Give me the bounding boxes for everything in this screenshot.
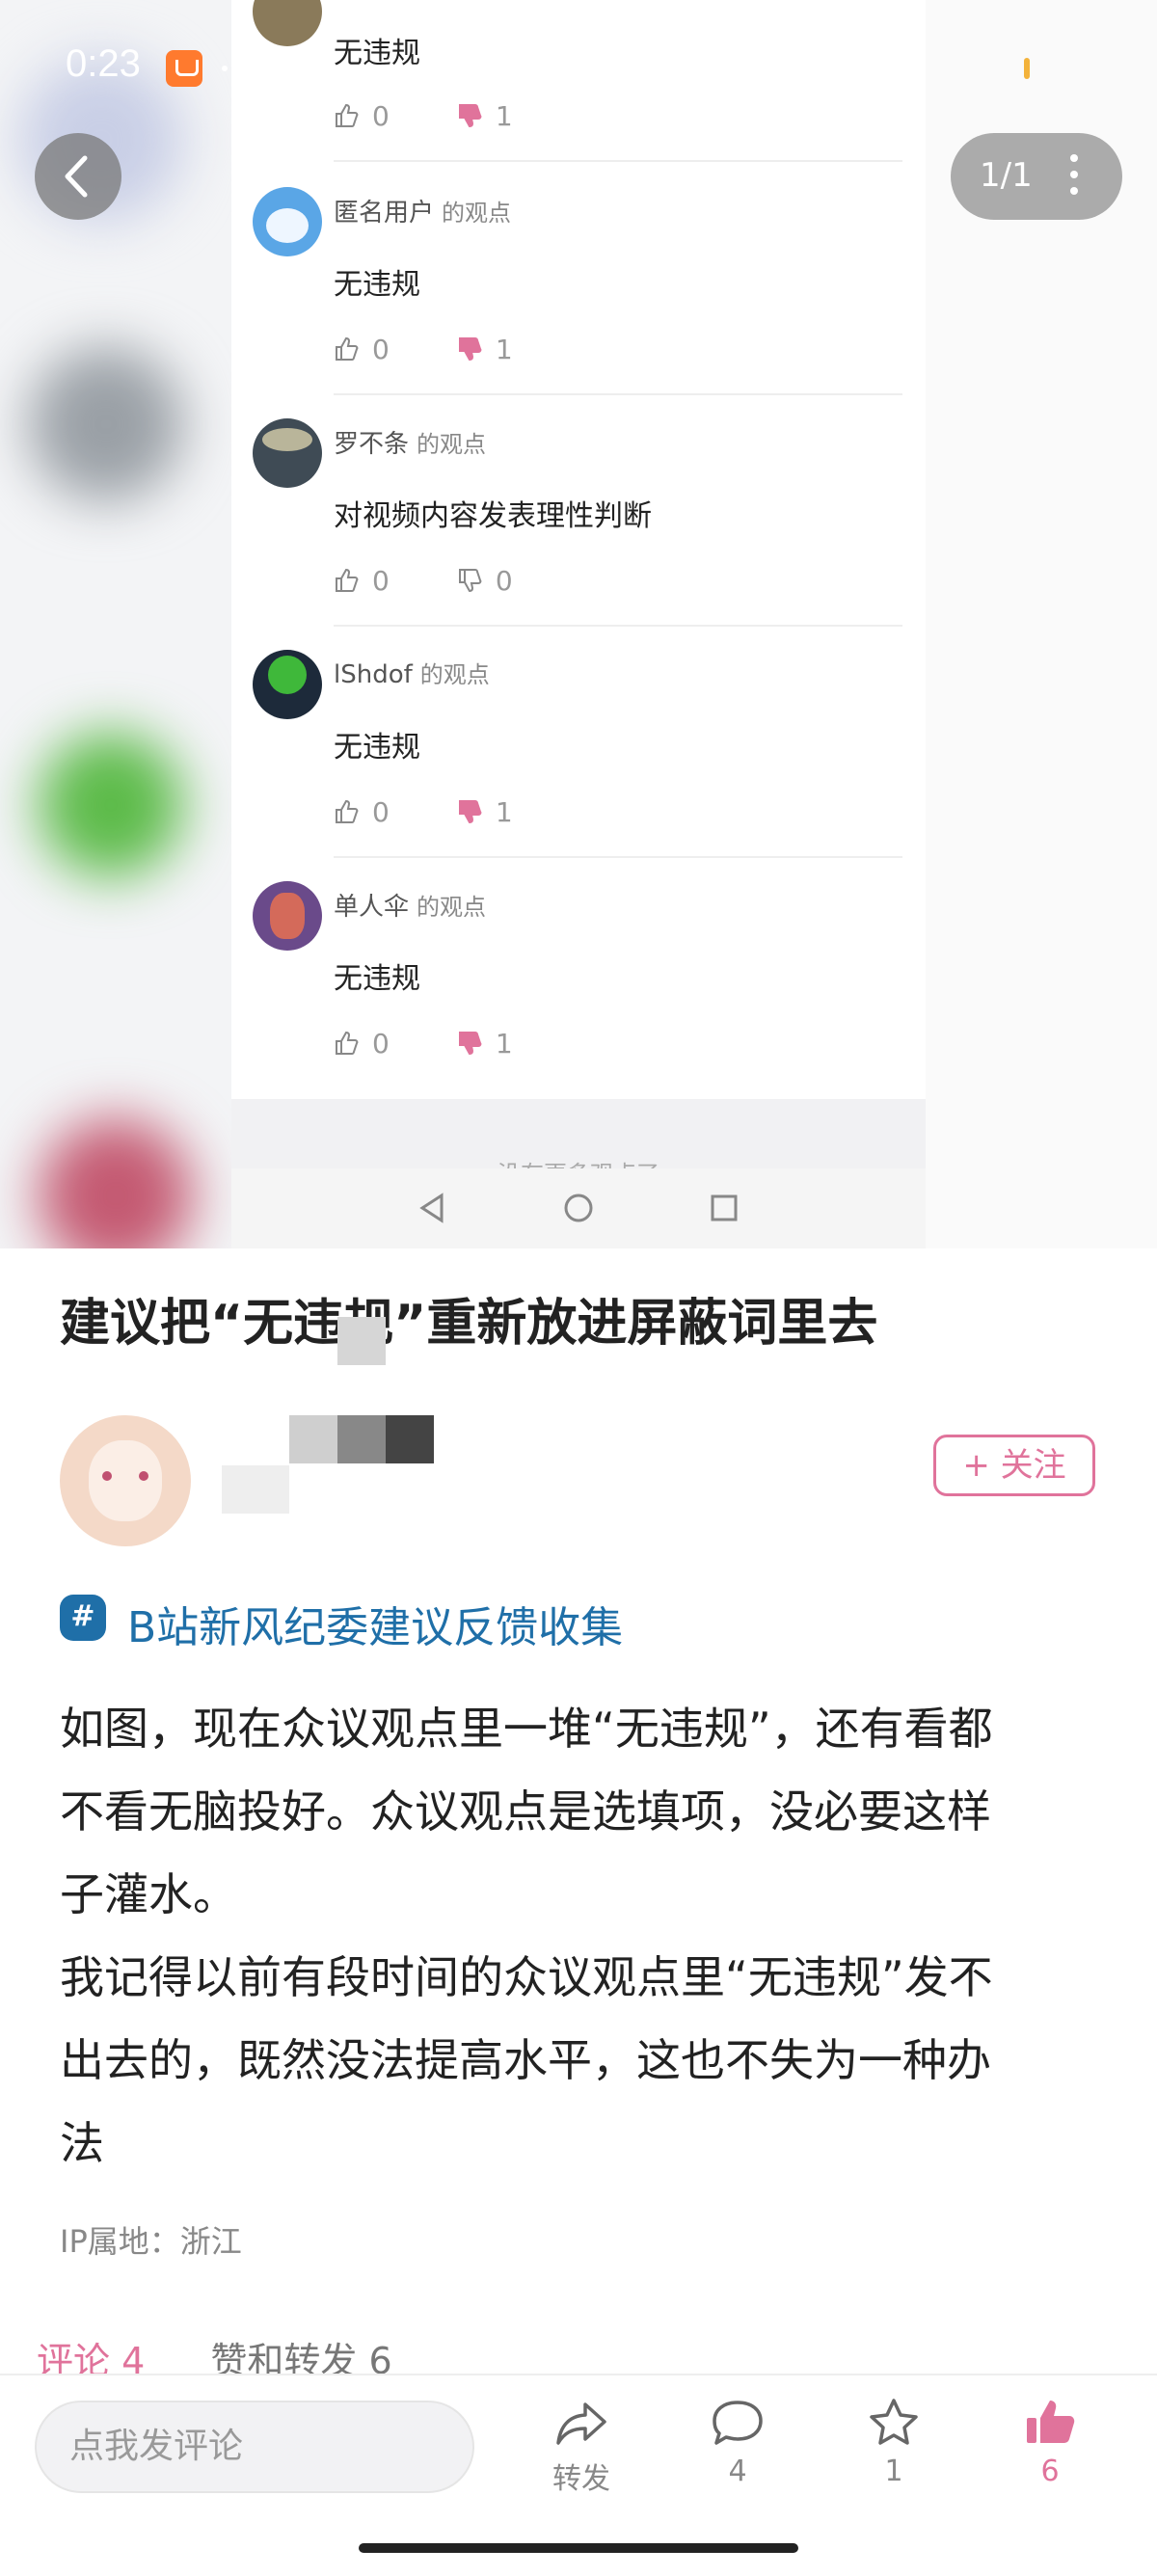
comment-text: 无违规 (334, 37, 420, 70)
list-item: 无违规 01 (231, 0, 926, 162)
comment-text: 无违规 (334, 962, 420, 996)
battery-indicator (1024, 58, 1030, 79)
android-nav-bar (231, 1168, 926, 1248)
image-page-indicator[interactable]: 1/1 (951, 133, 1122, 220)
list-item: 单人伞 的观点 无违规 01 (231, 858, 926, 1089)
like-button[interactable]: 6 (997, 2397, 1103, 2488)
vote-row: 00 (334, 563, 580, 597)
thumbs-down-icon[interactable] (457, 103, 482, 128)
censor-mosaic (289, 1415, 337, 1463)
status-dot (222, 66, 228, 71)
list-item: 罗不条 的观点 对视频内容发表理性判断 00 (231, 395, 926, 627)
favorite-button[interactable]: 1 (841, 2397, 947, 2488)
shopping-app-icon (166, 50, 202, 87)
comment-input[interactable]: 点我发评论 (35, 2401, 474, 2493)
more-vertical-icon[interactable] (1070, 154, 1078, 203)
thumbs-down-icon[interactable] (457, 336, 482, 362)
topic-label: B站新风纪委建议反馈收集 (127, 1603, 624, 1652)
home-indicator (359, 2543, 798, 2553)
thumbs-down-icon[interactable] (457, 1031, 482, 1056)
avatar[interactable] (253, 881, 322, 951)
comment-text: 无违规 (334, 731, 420, 765)
list-item: lShdof 的观点 无违规 01 (231, 627, 926, 858)
comment-list: 无违规 01 匿名用户 的观点 无违规 01 罗不条 的观点 对视频内容发表理性判断 (231, 0, 926, 1248)
thumbs-down-icon[interactable] (457, 568, 482, 593)
vote-row: 01 (334, 98, 580, 132)
thumbs-up-icon[interactable] (334, 336, 359, 362)
censor-mosaic (222, 1465, 289, 1514)
nav-home-icon (564, 1194, 593, 1222)
vote-row: 01 (334, 332, 580, 365)
topic-hash-icon: # (60, 1595, 106, 1641)
repost-button[interactable]: 转发 (528, 2397, 634, 2497)
censor-mosaic (386, 1415, 434, 1463)
thumbs-up-icon[interactable] (334, 799, 359, 824)
post-title: 建议把“无违规”重新放进屏蔽词里去 (60, 1295, 878, 1353)
avatar[interactable] (253, 650, 322, 719)
comment-username[interactable]: lShdof 的观点 (334, 656, 490, 689)
vote-row: 01 (334, 1026, 580, 1060)
censor-mosaic (337, 1317, 386, 1365)
comment-username[interactable]: 匿名用户 的观点 (334, 193, 511, 228)
thumbs-up-filled-icon (1027, 2401, 1075, 2443)
post-content: 如图，现在众议观点里一堆“无违规”，还有看都 不看无脑投好。众议观点是选填项，没… (60, 1703, 993, 2169)
ip-location: IP属地：浙江 (60, 2223, 242, 2260)
comment-text: 对视频内容发表理性判断 (334, 499, 652, 533)
thumbs-up-icon[interactable] (334, 103, 359, 128)
nav-recents-icon (711, 1194, 738, 1221)
no-more-footer: 没有更多观点了 (231, 1099, 926, 1168)
comment-username[interactable]: 单人伞 的观点 (334, 887, 486, 923)
thumbs-up-icon[interactable] (334, 1031, 359, 1056)
vote-row: 01 (334, 794, 580, 828)
censor-mosaic (337, 1415, 386, 1463)
comment-button[interactable]: 4 (685, 2397, 791, 2488)
comment-username[interactable]: 罗不条 的观点 (334, 424, 486, 460)
comment-bubble-icon (713, 2401, 763, 2445)
chevron-left-icon (65, 155, 88, 198)
avatar[interactable] (253, 187, 322, 256)
thumbs-up-icon[interactable] (334, 568, 359, 593)
embedded-screenshot[interactable]: 无违规 01 匿名用户 的观点 无违规 01 罗不条 的观点 对视频内容发表理性判断 (0, 0, 1157, 1248)
back-button[interactable] (35, 133, 121, 220)
avatar[interactable] (60, 1415, 191, 1546)
status-time: 0:23 (66, 42, 141, 85)
star-icon (870, 2399, 918, 2445)
avatar (253, 0, 322, 46)
list-item: 匿名用户 的观点 无违规 01 (231, 164, 926, 395)
nav-back-icon (419, 1193, 444, 1223)
divider (334, 160, 902, 162)
avatar[interactable] (253, 418, 322, 488)
share-arrow-icon (556, 2402, 606, 2445)
thumbs-down-icon[interactable] (457, 799, 482, 824)
follow-button[interactable]: + 关注 (933, 1435, 1095, 1496)
comment-text: 无违规 (334, 268, 420, 302)
